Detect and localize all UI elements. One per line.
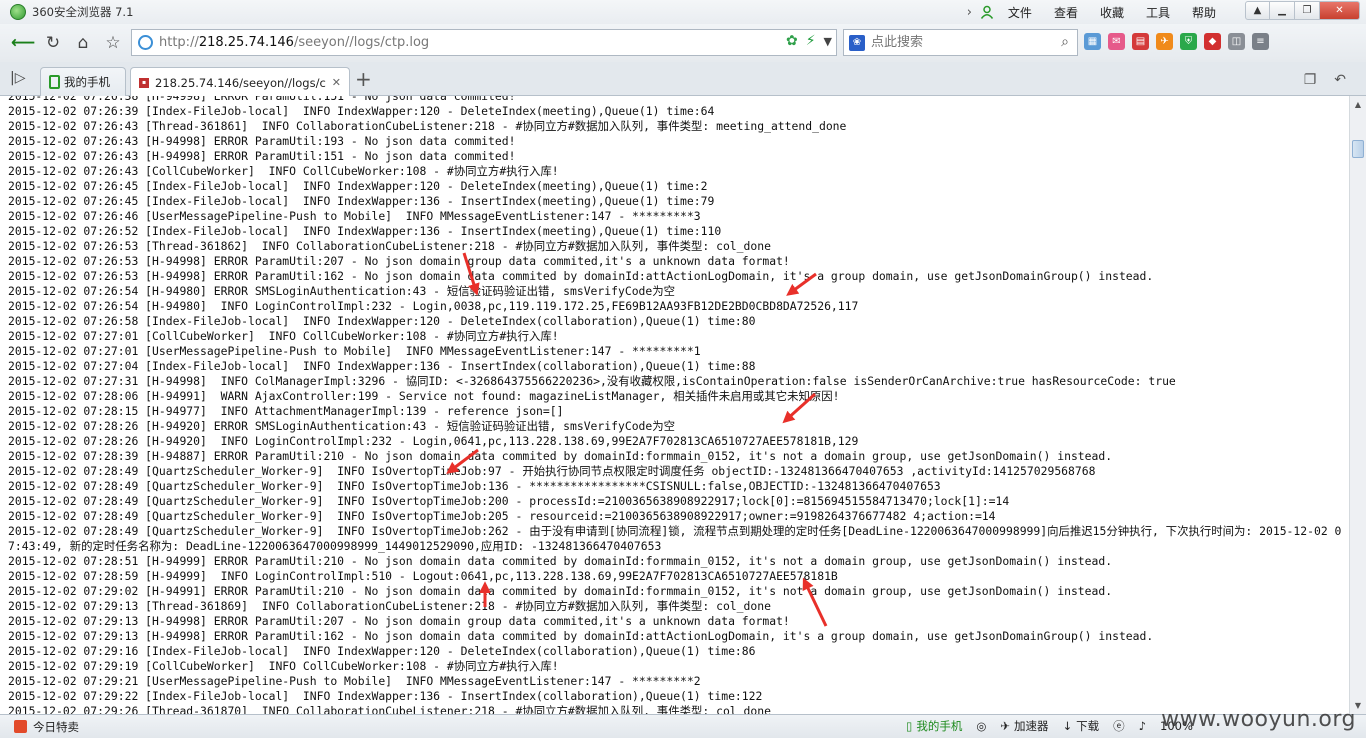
phone-icon (49, 75, 60, 89)
tab-label: 我的手机 (64, 75, 110, 89)
tab-ctp-log[interactable]: ▪ 218.25.74.146/seeyon//logs/c ✕ (130, 67, 350, 97)
menu-icon[interactable]: ≡ (1252, 33, 1269, 50)
back-button[interactable]: ⟵ (8, 28, 38, 58)
volume-icon[interactable]: ♪ (1139, 719, 1146, 733)
search-box[interactable]: ❀ ⌕ (843, 29, 1078, 56)
status-actions: ▯ 我的手机 ◎ ✈ 加速器 ↓ 下载 ⓔ ♪ 100% (906, 718, 1193, 734)
window-controls: ▲ ▁ ❐ ✕ (1245, 1, 1360, 20)
annotation-arrow (462, 252, 480, 296)
menu-bar: › 文件 查看 收藏 工具 帮助 (967, 0, 1238, 24)
accelerator-button[interactable]: ✈ 加速器 (1000, 718, 1048, 734)
screenshot-icon[interactable]: ◫ (1228, 33, 1245, 50)
annotation-arrow (786, 272, 817, 296)
skin-icon[interactable]: ▲ (1245, 1, 1270, 20)
refresh-mode-icon[interactable]: ✿ (786, 33, 798, 49)
status-bar: 今日特卖 ▯ 我的手机 ◎ ✈ 加速器 ↓ 下载 ⓔ ♪ 100% www.wooyu… (0, 707, 1366, 738)
rocket-icon: ✈ (1000, 719, 1011, 733)
url-text[interactable]: http://218.25.74.146/seeyon//logs/ctp.lo… (159, 35, 429, 50)
extension-icons: ▦ ✉ ▤ ✈ ⛨ ◆ ◫ ≡ (1084, 33, 1269, 50)
scrollbar-thumb[interactable] (1352, 140, 1364, 158)
sidebar-toggle-icon[interactable]: |▷ (10, 70, 25, 86)
minimize-button[interactable]: ▁ (1270, 1, 1295, 20)
title-bar: 360安全浏览器 7.1 › 文件 查看 收藏 工具 帮助 ▲ ▁ ❐ ✕ (0, 0, 1366, 24)
deals-link[interactable]: 今日特卖 (14, 719, 79, 735)
window-title: 360安全浏览器 7.1 (32, 5, 134, 19)
lightning-icon[interactable]: ⚡ (806, 33, 816, 49)
search-input[interactable] (869, 34, 1044, 51)
url-bar[interactable]: http://218.25.74.146/seeyon//logs/ctp.lo… (131, 29, 837, 56)
scroll-up-icon[interactable]: ▲ (1350, 96, 1366, 113)
undo-close-icon[interactable]: ↶ (1334, 72, 1346, 88)
menu-view[interactable]: 查看 (1054, 4, 1078, 21)
home-button[interactable]: ⌂ (68, 28, 98, 58)
tab-bar: |▷ 我的手机 ▪ 218.25.74.146/seeyon//logs/c ✕… (0, 62, 1366, 97)
mail-icon[interactable]: ✉ (1108, 33, 1125, 50)
favorite-star-icon[interactable]: ☆ (98, 28, 128, 58)
game-icon[interactable]: ◆ (1204, 33, 1221, 50)
tab-my-phone[interactable]: 我的手机 (40, 67, 126, 96)
restore-button[interactable]: ❐ (1295, 1, 1320, 20)
user-icon[interactable] (980, 5, 994, 19)
url-actions: ✿ ⚡ ▼ (786, 33, 832, 49)
page-content: 2015-12-02 07:26:38 [H-94998] ERROR Para… (0, 96, 1349, 714)
dropdown-chevron-icon[interactable]: ▼ (824, 35, 832, 48)
chevron-right-icon[interactable]: › (967, 5, 972, 20)
phone-icon: ▯ (906, 719, 913, 733)
annotation-arrow (782, 392, 817, 424)
tab-bar-actions: ❐ ↶ (1304, 72, 1346, 88)
reload-button[interactable]: ↻ (38, 28, 68, 58)
menu-file[interactable]: 文件 (1008, 4, 1032, 21)
menu-help[interactable]: 帮助 (1192, 4, 1216, 21)
tab-close-icon[interactable]: ✕ (332, 76, 341, 89)
tab-list-icon[interactable]: ❐ (1304, 72, 1317, 88)
tab-label: 218.25.74.146/seeyon//logs/c (155, 75, 326, 90)
gift-icon (14, 720, 27, 733)
annotation-arrow (446, 448, 479, 474)
search-icon[interactable]: ⌕ (1061, 34, 1069, 50)
apps-icon[interactable]: ▦ (1084, 33, 1101, 50)
calendar-icon[interactable]: ▤ (1132, 33, 1149, 50)
ie-mode-icon[interactable]: ⓔ (1113, 718, 1125, 734)
download-icon: ↓ (1062, 719, 1073, 733)
address-toolbar: ⟵ ↻ ⌂ ☆ http://218.25.74.146/seeyon//log… (0, 24, 1366, 62)
annotation-arrow (802, 577, 828, 627)
globe-icon (138, 35, 153, 50)
browser-logo-icon (10, 4, 26, 20)
search-engine-icon[interactable]: ❀ (849, 34, 865, 51)
speed-icon[interactable]: ◎ (976, 719, 986, 733)
favicon-icon: ▪ (139, 77, 150, 88)
watermark: www.wooyun.org (1161, 707, 1356, 732)
menu-favorites[interactable]: 收藏 (1100, 4, 1124, 21)
vertical-scrollbar[interactable]: ▲ ▼ (1349, 96, 1366, 714)
download-button[interactable]: ↓ 下载 (1063, 718, 1100, 734)
close-button[interactable]: ✕ (1320, 1, 1360, 20)
annotation-overlay (446, 252, 828, 627)
deals-label: 今日特卖 (33, 719, 79, 734)
new-tab-button[interactable]: + (355, 67, 372, 91)
my-phone-button[interactable]: ▯ 我的手机 (906, 718, 962, 734)
menu-tools[interactable]: 工具 (1146, 4, 1170, 21)
flight-icon[interactable]: ✈ (1156, 33, 1173, 50)
shield-icon[interactable]: ⛨ (1180, 33, 1197, 50)
